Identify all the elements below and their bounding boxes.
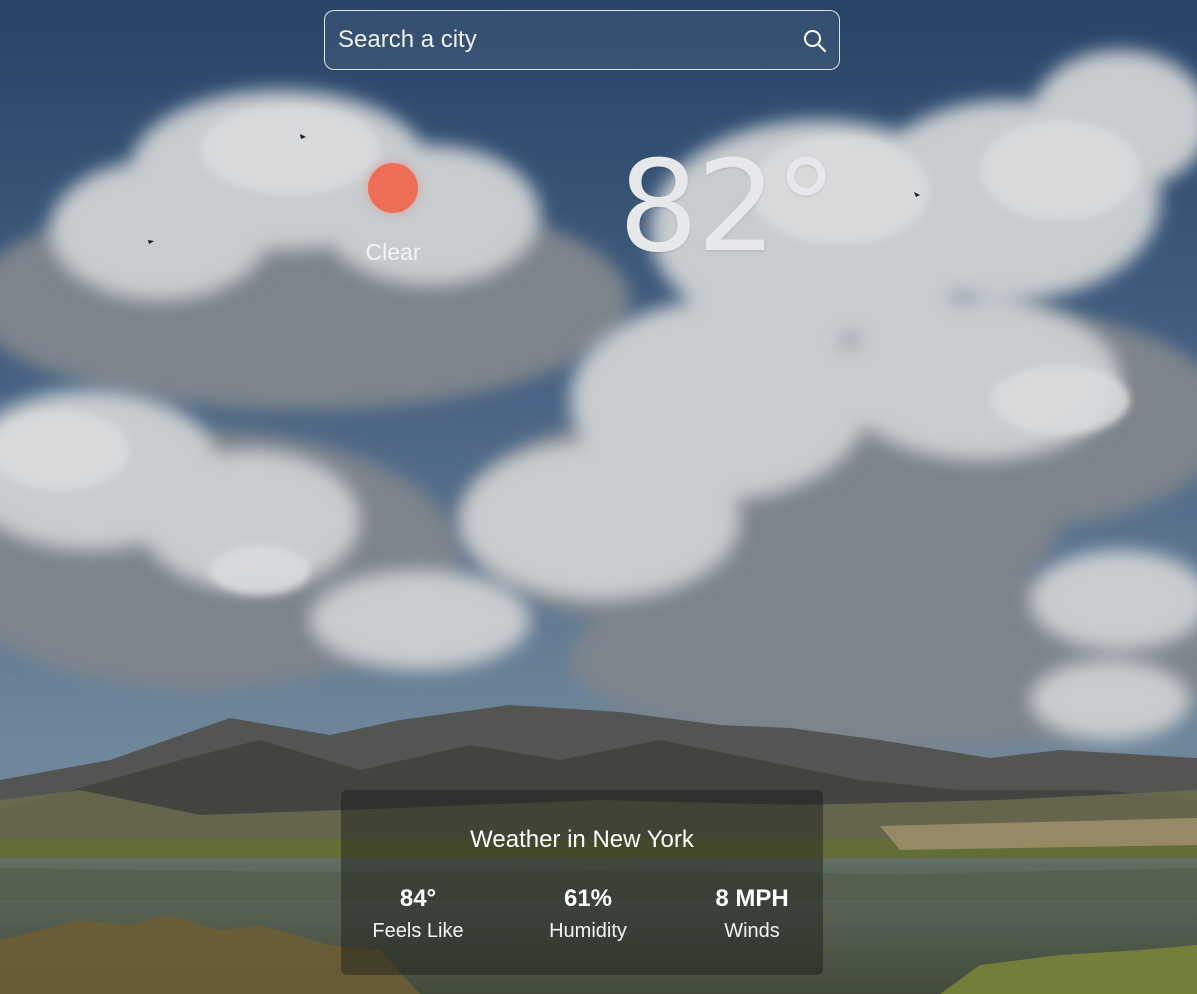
stat-label: Feels Like — [372, 920, 464, 942]
stat-feels-like: 84° Feels Like — [368, 885, 468, 944]
stat-value: 84° — [399, 885, 437, 912]
search-input[interactable] — [325, 11, 795, 69]
current-condition: Clear — [340, 160, 446, 266]
weather-details-card: Weather in New York 84° Feels Like 61% H… — [341, 790, 823, 975]
stat-label: Humidity — [549, 920, 627, 942]
search-bar — [324, 10, 840, 70]
current-temperature: 82° — [618, 133, 837, 280]
stat-winds: 8 MPH Winds — [702, 885, 802, 944]
stat-label: Winds — [724, 920, 780, 942]
search-icon[interactable] — [802, 28, 828, 54]
stat-humidity: 61% Humidity — [533, 885, 643, 944]
sun-icon — [368, 163, 418, 213]
stat-value: 8 MPH — [715, 885, 789, 912]
stat-value: 61% — [563, 885, 613, 912]
location-title: Weather in New York — [470, 826, 694, 853]
condition-label: Clear — [365, 239, 421, 265]
